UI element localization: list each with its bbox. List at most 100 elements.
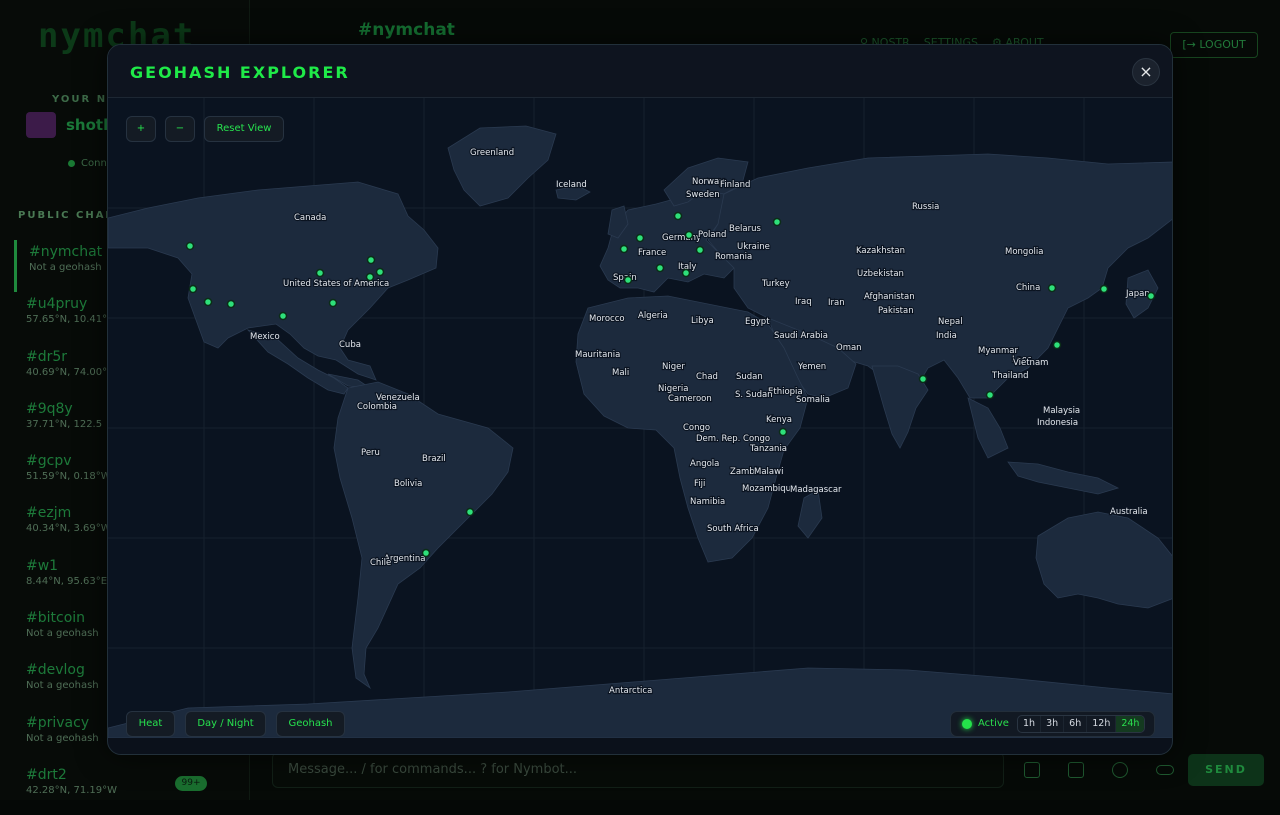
country-label: Mauritania [575, 350, 620, 360]
activity-point[interactable] [772, 217, 782, 227]
country-label: Algeria [638, 311, 668, 321]
country-label: Sudan [736, 372, 763, 382]
activity-point[interactable] [1146, 291, 1156, 301]
zoom-in-button[interactable]: + [126, 116, 156, 142]
time-range-24h[interactable]: 24h [1116, 716, 1145, 732]
country-label: S. Sudan [735, 390, 773, 400]
image-icon[interactable] [1024, 762, 1040, 778]
world-map[interactable]: Greenland Iceland Norway Finland Sweden Russi… [108, 98, 1173, 738]
reset-view-button[interactable]: Reset View [204, 116, 284, 142]
activity-point[interactable] [188, 284, 198, 294]
file-icon[interactable] [1068, 762, 1084, 778]
activity-point[interactable] [185, 241, 195, 251]
country-label: Belarus [729, 224, 762, 234]
activity-point[interactable] [278, 311, 288, 321]
time-range-selector: 1h 3h 6h 12h 24h [1017, 715, 1146, 733]
activity-point[interactable] [315, 268, 325, 278]
country-label: Saudi Arabia [774, 331, 828, 341]
country-label: Dem. Rep. Congo [696, 434, 770, 444]
close-icon[interactable]: × [1132, 58, 1160, 86]
country-label: Mali [612, 368, 629, 378]
activity-point[interactable] [421, 548, 431, 558]
country-label: Ukraine [737, 242, 770, 252]
country-label: Niger [662, 362, 685, 372]
country-label: Malawi [754, 467, 783, 477]
country-label: Tanzania [749, 444, 787, 454]
country-label: Colombia [357, 402, 397, 412]
logout-button[interactable]: [→ LOGOUT [1170, 32, 1258, 58]
time-range-12h[interactable]: 12h [1087, 716, 1117, 732]
activity-point[interactable] [1047, 283, 1057, 293]
activity-point[interactable] [623, 275, 633, 285]
country-label: Thailand [991, 371, 1029, 381]
country-label: Mongolia [1005, 247, 1043, 257]
country-label: Japan [1125, 289, 1150, 299]
country-label: Turkey [761, 279, 790, 289]
message-placeholder: Message... / for commands... ? for Nymbo… [288, 762, 578, 777]
country-label: Iraq [795, 297, 812, 307]
country-label: Iceland [556, 180, 587, 190]
user-profile[interactable]: shotk [26, 112, 113, 138]
activity-point[interactable] [635, 233, 645, 243]
country-label: Cameroon [668, 394, 712, 404]
country-label: Canada [294, 213, 326, 223]
country-label: Nepal [938, 317, 963, 327]
country-label: Vietnam [1013, 358, 1048, 368]
country-label: United States of America [283, 279, 389, 289]
time-range-6h[interactable]: 6h [1064, 716, 1088, 732]
heat-layer-button[interactable]: Heat [126, 711, 175, 737]
send-button[interactable]: SEND [1188, 754, 1264, 786]
day-night-layer-button[interactable]: Day / Night [185, 711, 266, 737]
country-label: Antarctica [609, 686, 652, 696]
activity-point[interactable] [365, 272, 375, 282]
activity-point[interactable] [465, 507, 475, 517]
country-label: Mexico [250, 332, 280, 342]
activity-point[interactable] [655, 263, 665, 273]
channel-title: #nymchat [358, 20, 455, 40]
activity-point[interactable] [226, 299, 236, 309]
activity-point[interactable] [684, 230, 694, 240]
activity-point[interactable] [681, 268, 691, 278]
country-label: Cuba [339, 340, 361, 350]
zoom-out-button[interactable]: − [165, 116, 195, 142]
unread-badge: 99+ [175, 776, 207, 791]
time-range-3h[interactable]: 3h [1041, 716, 1065, 732]
country-label: Peru [361, 448, 380, 458]
time-range-1h[interactable]: 1h [1018, 716, 1042, 732]
country-label: Brazil [422, 454, 446, 464]
geohash-layer-button[interactable]: Geohash [276, 711, 345, 737]
status-dot [68, 160, 75, 167]
activity-point[interactable] [328, 298, 338, 308]
composer-tools [1024, 762, 1174, 778]
activity-point[interactable] [918, 374, 928, 384]
emoji-icon[interactable] [1112, 762, 1128, 778]
activity-point[interactable] [203, 297, 213, 307]
country-label: Iran [828, 298, 845, 308]
country-label: Angola [690, 459, 719, 469]
map-svg[interactable]: GreenlandIceland NorwayFinlandSwedenRussi… [108, 98, 1173, 738]
activity-point[interactable] [1052, 340, 1062, 350]
country-label: Somalia [796, 395, 830, 405]
channel-coords: 42.28°N, 71.19°W [26, 784, 117, 796]
activity-point[interactable] [778, 427, 788, 437]
country-label: Mozambique [742, 484, 796, 494]
country-label: Malaysia [1043, 406, 1080, 416]
activity-point[interactable] [619, 244, 629, 254]
country-label: Madagascar [790, 485, 842, 495]
country-label: Kenya [766, 415, 792, 425]
country-label: Yemen [797, 362, 826, 372]
country-label: Oman [836, 343, 862, 353]
connection-label: Conn [81, 158, 107, 169]
activity-point[interactable] [673, 211, 683, 221]
channel-item[interactable]: #drt2 42.28°N, 71.19°W [14, 763, 250, 815]
toggle-icon[interactable] [1156, 765, 1174, 775]
activity-point[interactable] [695, 245, 705, 255]
country-label: Libya [691, 316, 714, 326]
activity-point[interactable] [985, 390, 995, 400]
activity-point[interactable] [375, 267, 385, 277]
activity-point[interactable] [1099, 284, 1109, 294]
activity-point[interactable] [366, 255, 376, 265]
app-window: nymchat YOUR NYM shotk Conn PUBLIC CHANN… [0, 0, 1280, 800]
country-label: Kazakhstan [856, 246, 905, 256]
landmasses [108, 125, 1172, 738]
